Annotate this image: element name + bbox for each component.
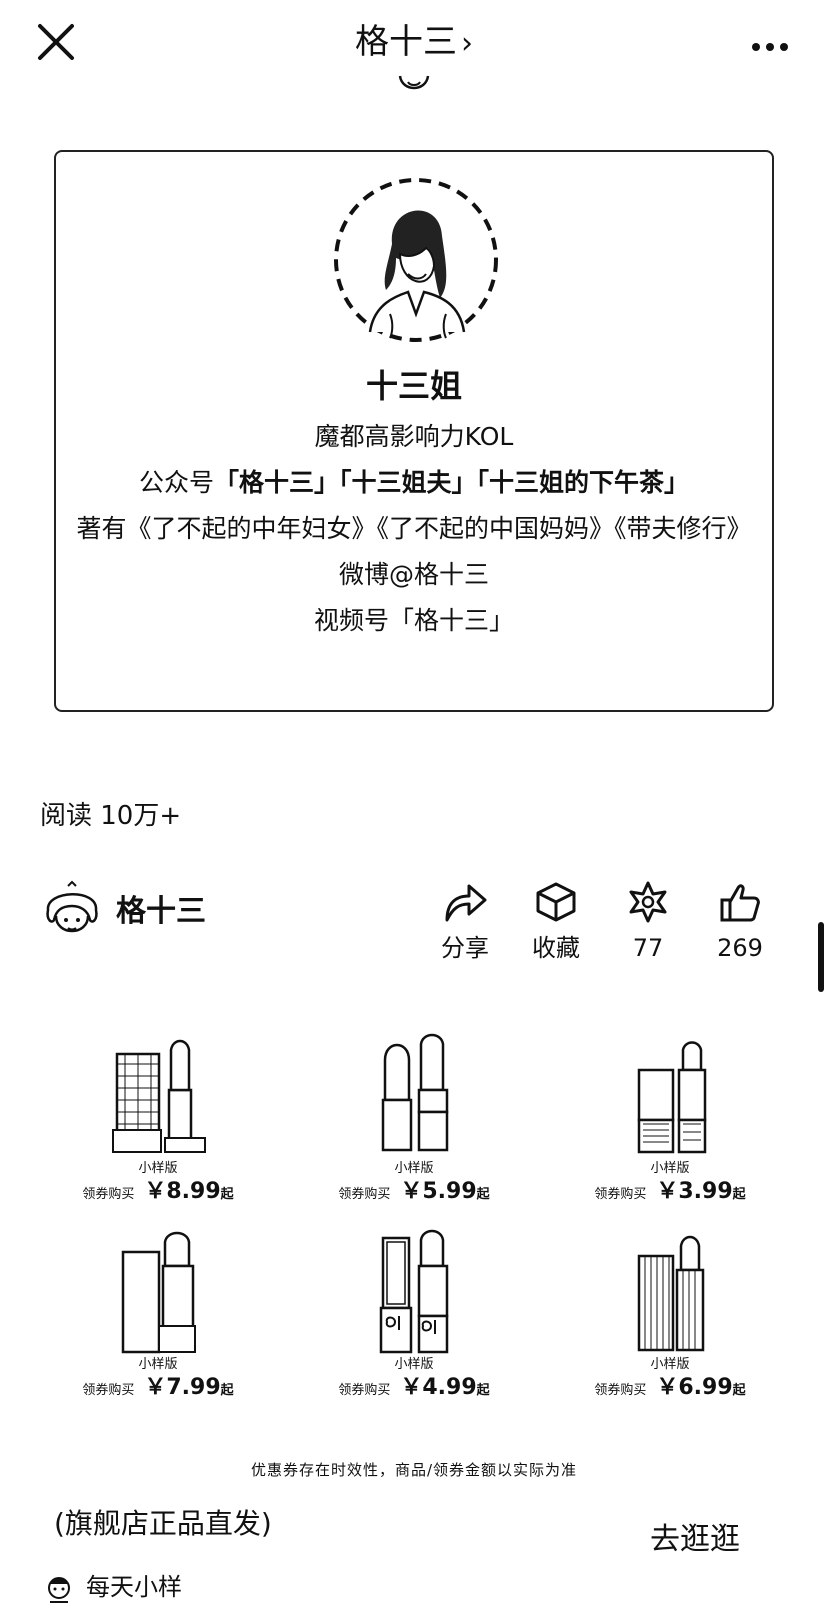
coupon-label: 领券购买 [338, 1187, 391, 1202]
coupon-disclaimer: 优惠券存在时效性，商品/领券金额以实际为准 [250, 1461, 578, 1479]
lipstick-image [381, 1033, 449, 1152]
product-tag: 小样版 [650, 1161, 690, 1176]
author-name[interactable]: 格十三 [116, 892, 206, 932]
like-button[interactable]: 269 [695, 880, 785, 966]
product-card[interactable]: 小样版 领券购买 ￥4.99起 [286, 1226, 542, 1426]
accounts-list: 「格十三」「十三姐夫」「十三姐的下午茶」 [214, 468, 690, 497]
cube-icon [536, 882, 576, 922]
product-price-row: 领券购买 ￥7.99起 [30, 1374, 286, 1405]
product-price-row: 领券购买 ￥4.99起 [286, 1374, 542, 1405]
product-price: ￥7.99 [144, 1375, 221, 1400]
read-count: 阅读 10万+ [40, 801, 182, 831]
product-tag: 小样版 [138, 1161, 178, 1176]
product-price: ￥5.99 [400, 1179, 477, 1204]
price-suffix: 起 [476, 1187, 490, 1202]
price-suffix: 起 [220, 1383, 234, 1398]
star-icon [629, 881, 667, 923]
product-tag: 小样版 [394, 1161, 434, 1176]
profile-tagline: 魔都高影响力KOL [314, 422, 514, 451]
product-price-row: 领券购买 ￥6.99起 [542, 1374, 798, 1405]
scrollbar[interactable] [818, 922, 824, 992]
product-card[interactable]: 小样版 领券购买 ￥6.99起 [542, 1226, 798, 1426]
favorite-button[interactable]: 收藏 [511, 880, 601, 966]
price-suffix: 起 [476, 1383, 490, 1398]
profile-weibo: 微博@格十三 [338, 560, 489, 589]
more-button[interactable] [750, 38, 790, 51]
face-sticker-icon [398, 75, 430, 90]
coupon-label: 领券购买 [82, 1187, 135, 1202]
share-label: 分享 [441, 934, 489, 962]
profile-books: 著有《了不起的中年妇女》《了不起的中国妈妈》《带夫修行》 [76, 514, 752, 543]
product-tag: 小样版 [394, 1357, 434, 1372]
product-card[interactable]: 小样版 领券购买 ￥7.99起 [30, 1226, 286, 1426]
wow-button[interactable]: 77 [603, 880, 693, 966]
like-count: 269 [717, 934, 763, 962]
coupon-label: 领券购买 [594, 1383, 647, 1398]
go-shopping-button[interactable]: 去逛逛 [650, 1520, 740, 1560]
profile-avatar [330, 174, 502, 346]
price-suffix: 起 [220, 1187, 234, 1202]
profile-card: 十三姐 魔都高影响力KOL 公众号「格十三」「十三姐夫」「十三姐的下午茶」 著有… [54, 150, 774, 712]
author-avatar[interactable] [40, 880, 104, 944]
lipstick-image [379, 1229, 449, 1354]
coupon-label: 领券购买 [338, 1383, 391, 1398]
profile-name: 十三姐 [365, 367, 462, 405]
more-icon [752, 43, 788, 51]
account-title: 格十三 [355, 22, 457, 62]
shop-avatar-icon [48, 1577, 70, 1603]
thumbs-up-icon [720, 884, 760, 922]
profile-bio: 魔都高影响力KOL 公众号「格十三」「十三姐夫」「十三姐的下午茶」 著有《了不起… [76, 414, 752, 644]
product-card[interactable]: 小样版 领券购买 ￥3.99起 [542, 1030, 798, 1230]
profile-accounts-line: 公众号「格十三」「十三姐夫」「十三姐的下午茶」 [76, 460, 752, 506]
wow-count: 77 [632, 934, 664, 962]
product-price: ￥4.99 [400, 1375, 477, 1400]
favorite-label: 收藏 [532, 934, 580, 962]
ad-source-name: 每天小样 [86, 1573, 182, 1601]
coupon-label: 领券购买 [82, 1383, 135, 1398]
product-card[interactable]: 小样版 领券购买 ￥8.99起 [30, 1030, 286, 1230]
lipstick-image [637, 1235, 705, 1352]
share-button[interactable]: 分享 [420, 880, 510, 966]
product-card[interactable]: 小样版 领券购买 ￥5.99起 [286, 1030, 542, 1230]
profile-channel: 视频号「格十三」 [313, 606, 514, 635]
price-suffix: 起 [732, 1383, 746, 1398]
product-tag: 小样版 [650, 1357, 690, 1372]
product-price: ￥3.99 [656, 1179, 733, 1204]
lipstick-image [112, 1039, 206, 1153]
share-icon [445, 884, 487, 922]
product-price: ￥6.99 [656, 1375, 733, 1400]
product-price-row: 领券购买 ￥8.99起 [30, 1178, 286, 1209]
coupon-label: 领券购买 [594, 1187, 647, 1202]
product-tag: 小样版 [138, 1357, 178, 1372]
price-suffix: 起 [732, 1187, 746, 1202]
lipstick-image [637, 1041, 707, 1154]
chevron-right-icon: › [461, 26, 473, 61]
portrait-illustration [334, 178, 498, 342]
lipstick-image [121, 1231, 196, 1354]
account-title-link[interactable]: 格十三 › [0, 20, 828, 66]
ad-title[interactable]: (旗舰店正品直发) [54, 1504, 272, 1544]
product-price: ￥8.99 [144, 1179, 221, 1204]
product-price-row: 领券购买 ￥3.99起 [542, 1178, 798, 1209]
accounts-prefix: 公众号 [138, 468, 214, 497]
product-price-row: 领券购买 ￥5.99起 [286, 1178, 542, 1209]
